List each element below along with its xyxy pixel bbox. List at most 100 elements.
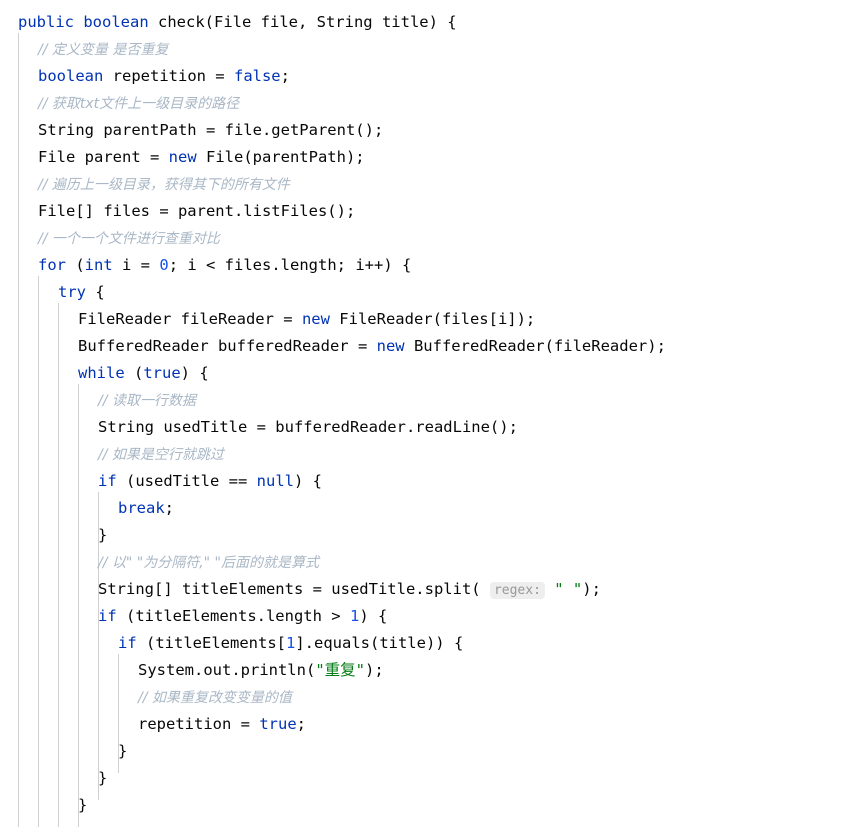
comment-token: 遍历上一级目录，获得其下的所有文件	[51, 177, 290, 193]
keyword-token: if	[98, 607, 117, 625]
code-line[interactable]: // 如果重复改变变量的值	[0, 684, 854, 711]
parameter-inlay-hint: regex:	[489, 582, 545, 599]
keyword-token: if	[98, 472, 117, 490]
keyword-token: boolean	[83, 13, 149, 31]
code-line[interactable]: if (titleElements[1].equals(title)) {	[0, 630, 854, 657]
code-line[interactable]: // 获取txt文件上一级目录的路径	[0, 90, 854, 117]
code-line[interactable]: }	[0, 522, 854, 549]
code-line[interactable]: // 以" "为分隔符," "后面的就是算式	[0, 549, 854, 576]
keyword-token: for	[38, 256, 66, 274]
plain-token: }	[98, 769, 108, 787]
plain-token: (titleElements.length >	[116, 607, 350, 625]
comment-slashes: //	[38, 96, 52, 112]
plain-token: ;	[280, 67, 290, 85]
code-line[interactable]: try {	[0, 279, 854, 306]
comment-token: 一个一个文件进行查重对比	[51, 231, 220, 247]
comment-token: 如果是空行就跳过	[111, 447, 224, 463]
code-line[interactable]: }	[0, 792, 854, 819]
code-line[interactable]: FileReader fileReader = new FileReader(f…	[0, 306, 854, 333]
number-token: 1	[349, 607, 360, 625]
plain-token: (	[66, 256, 85, 274]
code-line[interactable]: String parentPath = file.getParent();	[0, 117, 854, 144]
keyword-token: if	[118, 634, 137, 652]
code-line[interactable]: // 遍历上一级目录，获得其下的所有文件	[0, 171, 854, 198]
number-token: 1	[285, 634, 296, 652]
comment-token: 获取txt文件上一级目录的路径	[51, 96, 240, 112]
code-line[interactable]: for (int i = 0; i < files.length; i++) {	[0, 252, 854, 279]
comment-slashes: //	[98, 555, 112, 571]
plain-token: }	[98, 526, 108, 544]
plain-token: String usedTitle = bufferedReader.readLi…	[98, 418, 518, 436]
keyword-token: null	[256, 472, 294, 490]
code-line[interactable]: repetition = true;	[0, 711, 854, 738]
code-line[interactable]: File[] files = parent.listFiles();	[0, 198, 854, 225]
plain-token: ].equals(title)) {	[295, 634, 464, 652]
plain-token: i =	[112, 256, 160, 274]
keyword-token: new	[168, 148, 197, 166]
plain-token: ;	[164, 499, 175, 517]
keyword-token: new	[301, 310, 330, 328]
keyword-token: false	[233, 67, 281, 85]
plain-token: File parent =	[38, 148, 169, 166]
plain-token: System.out.println(	[138, 661, 316, 679]
comment-slashes: //	[98, 447, 112, 463]
keyword-token: int	[84, 256, 113, 274]
plain-token: (	[124, 364, 144, 382]
keyword-token: new	[376, 337, 405, 355]
plain-token: ;	[296, 715, 306, 733]
code-line[interactable]: if (usedTitle == null) {	[0, 468, 854, 495]
code-line[interactable]: File parent = new File(parentPath);	[0, 144, 854, 171]
code-line[interactable]: boolean repetition = false;	[0, 63, 854, 90]
code-editor[interactable]: public boolean check(File file, String t…	[0, 0, 854, 827]
plain-token: ) {	[359, 607, 388, 625]
keyword-token: break	[118, 499, 165, 517]
comment-token: 如果重复改变变量的值	[151, 690, 292, 706]
plain-token: File(parentPath);	[196, 148, 365, 166]
code-line[interactable]: }	[0, 738, 854, 765]
code-line[interactable]: BufferedReader bufferedReader = new Buff…	[0, 333, 854, 360]
comment-slashes: //	[98, 393, 112, 409]
code-line[interactable]: String usedTitle = bufferedReader.readLi…	[0, 414, 854, 441]
number-token: 0	[159, 256, 169, 274]
plain-token: repetition =	[103, 67, 234, 85]
comment-slashes: //	[38, 42, 52, 58]
plain-token: repetition =	[138, 715, 260, 733]
plain-token: ; i < files.length; i++) {	[168, 256, 412, 274]
code-line[interactable]: String[] titleElements = usedTitle.split…	[0, 576, 854, 603]
keyword-token: true	[259, 715, 297, 733]
code-line[interactable]: }	[0, 765, 854, 792]
string-token: " "	[554, 580, 583, 598]
plain-token: }	[118, 742, 128, 760]
code-line[interactable]: // 定义变量 是否重复	[0, 36, 854, 63]
plain-token: String[] titleElements = usedTitle.split…	[98, 580, 490, 598]
code-line[interactable]: // 如果是空行就跳过	[0, 441, 854, 468]
code-line[interactable]: while (true) {	[0, 360, 854, 387]
plain-token: ) {	[293, 472, 322, 490]
plain-token: {	[86, 283, 105, 301]
code-line[interactable]: // 读取一行数据	[0, 387, 854, 414]
keyword-token: true	[143, 364, 181, 382]
plain-token: FileReader fileReader =	[78, 310, 302, 328]
code-content[interactable]: public boolean check(File file, String t…	[0, 0, 854, 819]
code-line[interactable]: // 一个一个文件进行查重对比	[0, 225, 854, 252]
plain-token: File[] files = parent.listFiles();	[38, 202, 356, 220]
plain-token: BufferedReader(fileReader);	[404, 337, 666, 355]
code-line[interactable]: if (titleElements.length > 1) {	[0, 603, 854, 630]
keyword-token: while	[78, 364, 125, 382]
comment-token: 以" "为分隔符," "后面的就是算式	[111, 555, 319, 571]
code-line[interactable]: break;	[0, 495, 854, 522]
plain-token: }	[78, 796, 88, 814]
keyword-token: public	[18, 13, 74, 31]
plain-token: check(File file, String title) {	[148, 13, 457, 31]
string-token: "重复"	[315, 661, 365, 679]
comment-token: 读取一行数据	[111, 393, 196, 409]
code-line[interactable]: System.out.println("重复");	[0, 657, 854, 684]
plain-token: BufferedReader bufferedReader =	[78, 337, 377, 355]
plain-token: ) {	[180, 364, 209, 382]
comment-token: 定义变量 是否重复	[51, 42, 169, 58]
code-line[interactable]: public boolean check(File file, String t…	[0, 9, 854, 36]
plain-token: (titleElements[	[136, 634, 286, 652]
plain-token: );	[364, 661, 384, 679]
